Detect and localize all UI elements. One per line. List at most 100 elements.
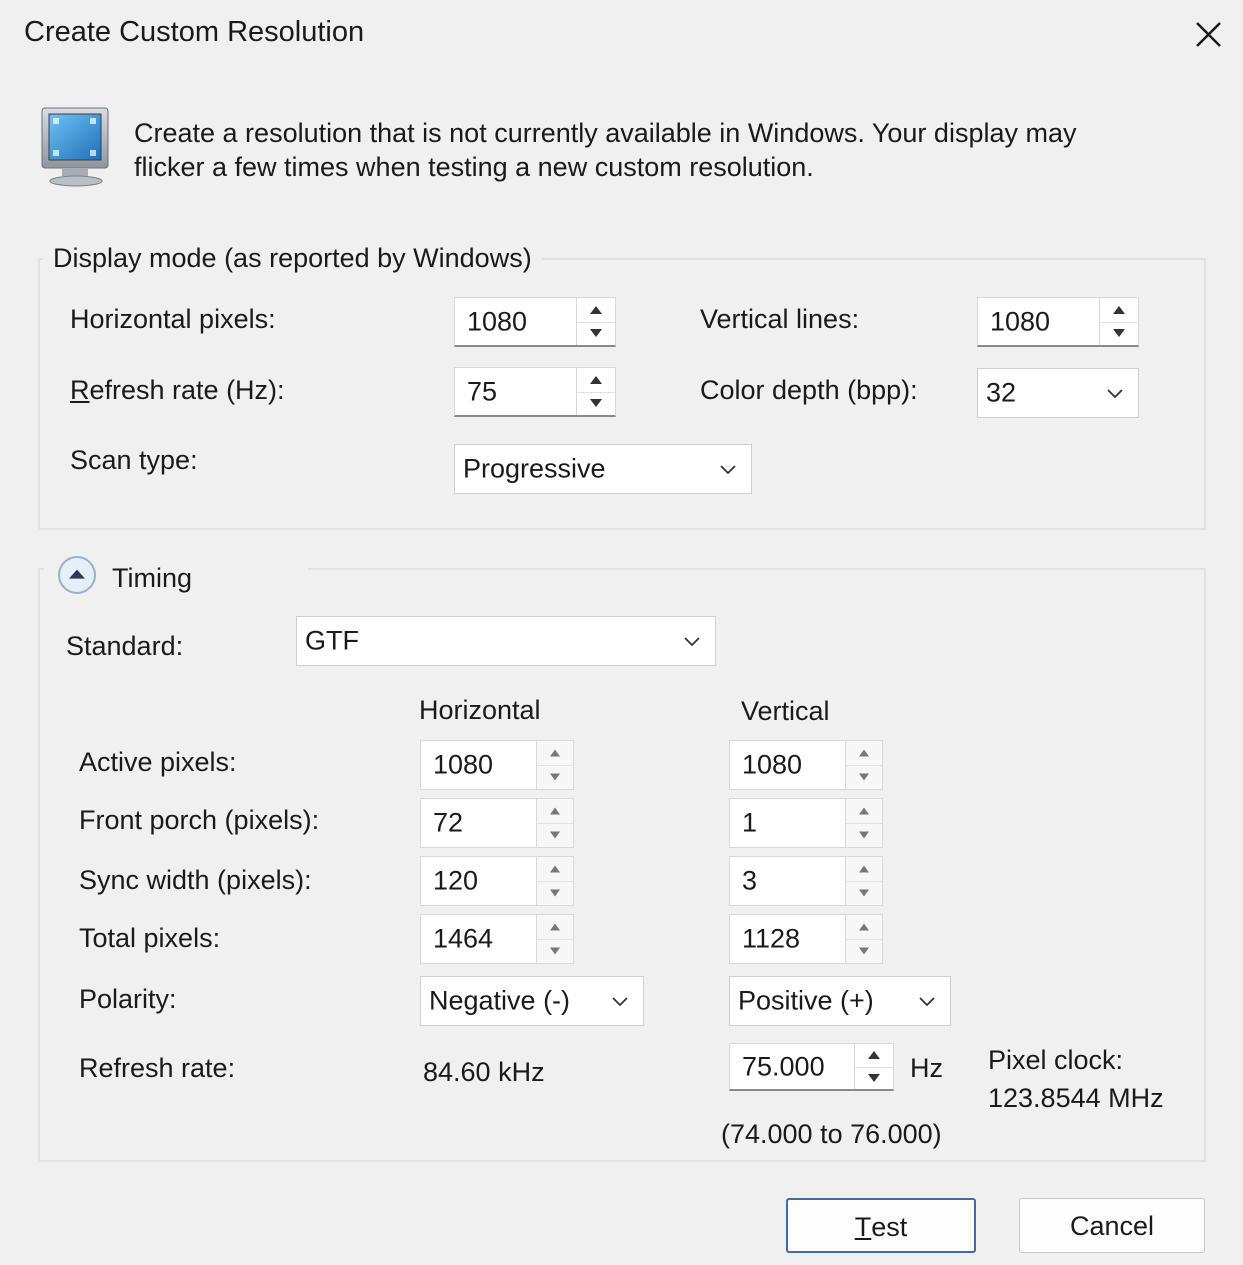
sync-width-v-value[interactable]: 3 [742,866,757,897]
spin-up-button[interactable] [855,1044,893,1068]
spin-down-button[interactable] [1100,322,1138,346]
spin-down-button[interactable] [537,939,573,963]
spin-up-button[interactable] [537,915,573,940]
polarity-h-dropdown[interactable]: Negative (-) [420,976,644,1026]
refresh-rate-hz-label: Refresh rate (Hz): [70,374,285,406]
front-porch-h-value[interactable]: 72 [433,808,463,839]
chevron-down-icon [720,465,736,475]
active-pixels-v-spinner[interactable]: 1080 [729,740,883,790]
front-porch-h-spinner[interactable]: 72 [420,798,574,848]
spin-up-button[interactable] [846,799,882,824]
intro-line-1: Create a resolution that is not currentl… [134,118,1077,148]
active-pixels-label: Active pixels: [79,747,237,777]
vertical-column-header: Vertical [741,696,830,726]
sync-width-label: Sync width (pixels): [79,865,312,895]
spin-down-button[interactable] [577,322,615,346]
spin-up-button[interactable] [537,741,573,766]
timing-refresh-rate-label: Refresh rate: [79,1053,236,1083]
spin-down-button[interactable] [577,392,615,416]
horizontal-pixels-label: Horizontal pixels: [70,304,276,334]
scan-type-dropdown[interactable]: Progressive [454,444,752,494]
horizontal-column-header: Horizontal [419,695,541,725]
spin-up-button[interactable] [1100,298,1138,323]
polarity-label: Polarity: [79,984,177,1014]
standard-label: Standard: [66,631,184,661]
spin-up-button[interactable] [577,368,615,393]
vertical-lines-label: Vertical lines: [700,304,860,334]
chevron-up-icon [69,569,85,579]
sync-width-v-spinner[interactable]: 3 [729,856,883,906]
spin-down-button[interactable] [855,1067,893,1090]
total-pixels-h-spinner[interactable]: 1464 [420,914,574,964]
spin-up-button[interactable] [537,799,573,824]
horizontal-pixels-value[interactable]: 1080 [467,306,527,337]
pixel-clock-label: Pixel clock: [988,1045,1124,1075]
chevron-down-icon [684,637,700,647]
refresh-rate-spinner[interactable]: 75 [454,367,616,417]
collapse-timing-button[interactable] [58,556,96,594]
timing-legend: Timing [112,563,193,593]
vertical-lines-value[interactable]: 1080 [990,306,1050,337]
spin-up-button[interactable] [846,857,882,882]
active-pixels-v-value[interactable]: 1080 [742,750,802,781]
refresh-rate-label-text: efresh rate (Hz): [89,375,285,405]
spin-down-button[interactable] [537,823,573,847]
chevron-down-icon [612,997,628,1007]
spin-down-button[interactable] [537,765,573,789]
front-porch-v-value[interactable]: 1 [742,808,757,839]
horizontal-refresh-value: 84.60 kHz [423,1057,545,1087]
total-pixels-v-value[interactable]: 1128 [742,924,800,955]
window-title: Create Custom Resolution [24,16,365,48]
horizontal-pixels-spinner[interactable]: 1080 [454,297,616,347]
spin-up-button[interactable] [577,298,615,323]
vertical-refresh-value[interactable]: 75.000 [742,1051,825,1082]
refresh-unit: Hz [910,1053,943,1083]
intro-text: Create a resolution that is not currentl… [134,116,1194,184]
total-pixels-h-value[interactable]: 1464 [433,924,493,955]
spin-down-button[interactable] [846,939,882,963]
front-porch-label: Front porch (pixels): [79,805,320,835]
sync-width-h-value[interactable]: 120 [433,866,478,897]
chevron-down-icon [919,997,935,1007]
refresh-range: (74.000 to 76.000) [721,1119,942,1149]
active-pixels-h-value[interactable]: 1080 [433,750,493,781]
close-button[interactable] [1184,10,1232,58]
color-depth-label: Color depth (bpp): [700,375,918,405]
scan-type-value: Progressive [463,453,606,484]
polarity-v-value: Positive (+) [738,985,874,1016]
test-accel-key: T [854,1212,872,1242]
cancel-button[interactable]: Cancel [1019,1198,1205,1253]
chevron-down-icon [1107,389,1123,399]
spin-down-button[interactable] [846,765,882,789]
display-mode-legend: Display mode (as reported by Windows) [43,242,542,274]
vertical-refresh-spinner[interactable]: 75.000 [729,1043,894,1091]
scan-type-label: Scan type: [70,445,198,475]
front-porch-v-spinner[interactable]: 1 [729,798,883,848]
spin-up-button[interactable] [846,915,882,940]
color-depth-value: 32 [986,377,1017,408]
close-icon [1196,22,1221,47]
pixel-clock-value: 123.8544 MHz [988,1083,1164,1113]
polarity-h-value: Negative (-) [429,985,571,1016]
test-label-text: est [871,1212,908,1242]
active-pixels-h-spinner[interactable]: 1080 [420,740,574,790]
spin-up-button[interactable] [537,857,573,882]
spin-down-button[interactable] [846,823,882,847]
total-pixels-v-spinner[interactable]: 1128 [729,914,883,964]
polarity-v-dropdown[interactable]: Positive (+) [729,976,951,1026]
vertical-lines-spinner[interactable]: 1080 [977,297,1139,347]
monitor-icon [40,106,114,188]
spin-down-button[interactable] [537,881,573,905]
sync-width-h-spinner[interactable]: 120 [420,856,574,906]
refresh-rate-value[interactable]: 75 [467,376,497,407]
refresh-rate-accel-key: R [70,375,90,405]
color-depth-dropdown[interactable]: 32 [977,368,1139,418]
intro-line-2: flicker a few times when testing a new c… [134,152,814,182]
spin-down-button[interactable] [846,881,882,905]
total-pixels-label: Total pixels: [79,923,221,953]
standard-value: GTF [305,625,359,656]
standard-dropdown[interactable]: GTF [296,616,716,666]
spin-up-button[interactable] [846,741,882,766]
test-button[interactable]: Test [786,1198,976,1253]
cancel-label: Cancel [1069,1211,1155,1241]
